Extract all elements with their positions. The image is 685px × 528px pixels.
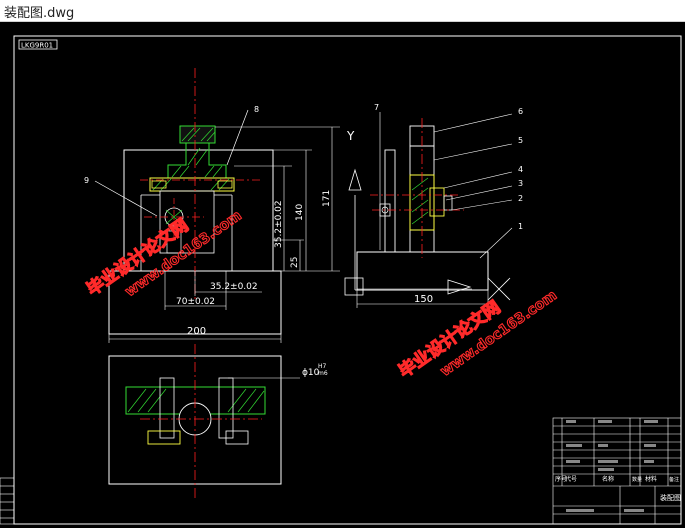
dim-171: 171 (322, 190, 332, 207)
balloon-5: 5 (518, 136, 523, 145)
watermark-left: 毕业设计论文网 www.doc163.com (82, 207, 245, 301)
front-view: 8 9 171 140 25 35.2±0.02 200 70±0.02 35.… (84, 68, 340, 343)
dim-70: 70±0.02 (176, 297, 215, 307)
stamp-text: LKG9R01 (21, 42, 53, 50)
tb-header-7: 备注 (669, 476, 679, 483)
title-block (552, 417, 682, 525)
side-view: Y 7 6 5 4 3 2 1 150 (344, 103, 523, 308)
dim-200: 200 (187, 326, 206, 337)
dim-25: 25 (290, 257, 300, 268)
balloon-8: 8 (254, 105, 259, 114)
balloon-7: 7 (374, 103, 379, 112)
tb-header-1: 代号 (565, 475, 577, 483)
window-titlebar: 装配图.dwg (0, 0, 685, 22)
balloon-1: 1 (518, 222, 523, 231)
top-view: ϕ10 H7 m6 (108, 344, 328, 500)
dim-35: 35.2±0.02 (210, 282, 258, 292)
tb-name-cell: 装配图 (660, 493, 681, 502)
left-revision-cells (0, 477, 15, 525)
dim-phi-fit: H7 (318, 363, 327, 370)
balloon-4: 4 (518, 165, 523, 174)
tb-header-4: 材料 (645, 475, 657, 483)
balloon-9: 9 (84, 176, 89, 185)
balloon-2: 2 (518, 194, 523, 203)
window-title: 装配图.dwg (4, 6, 75, 21)
balloon-3: 3 (518, 179, 523, 188)
dim-35-vert: 35.2±0.02 (274, 200, 284, 248)
tb-header-3: 数量 (632, 476, 642, 483)
dim-phi10: ϕ10 (302, 368, 320, 378)
cad-drawing-canvas[interactable]: LKG9R01 8 9 171 140 25 35.2±0.02 200 70±… (0, 22, 685, 528)
balloon-6: 6 (518, 107, 523, 116)
dim-150: 150 (414, 294, 433, 305)
drawing-svg: LKG9R01 8 9 171 140 25 35.2±0.02 200 70±… (0, 35, 682, 525)
tb-header-2: 名称 (602, 475, 614, 483)
axis-y-label: Y (346, 129, 355, 143)
dim-phi-fit2: m6 (318, 370, 328, 377)
watermark-right: 毕业设计论文网 www.doc163.com (394, 287, 560, 383)
dim-140: 140 (295, 204, 305, 221)
